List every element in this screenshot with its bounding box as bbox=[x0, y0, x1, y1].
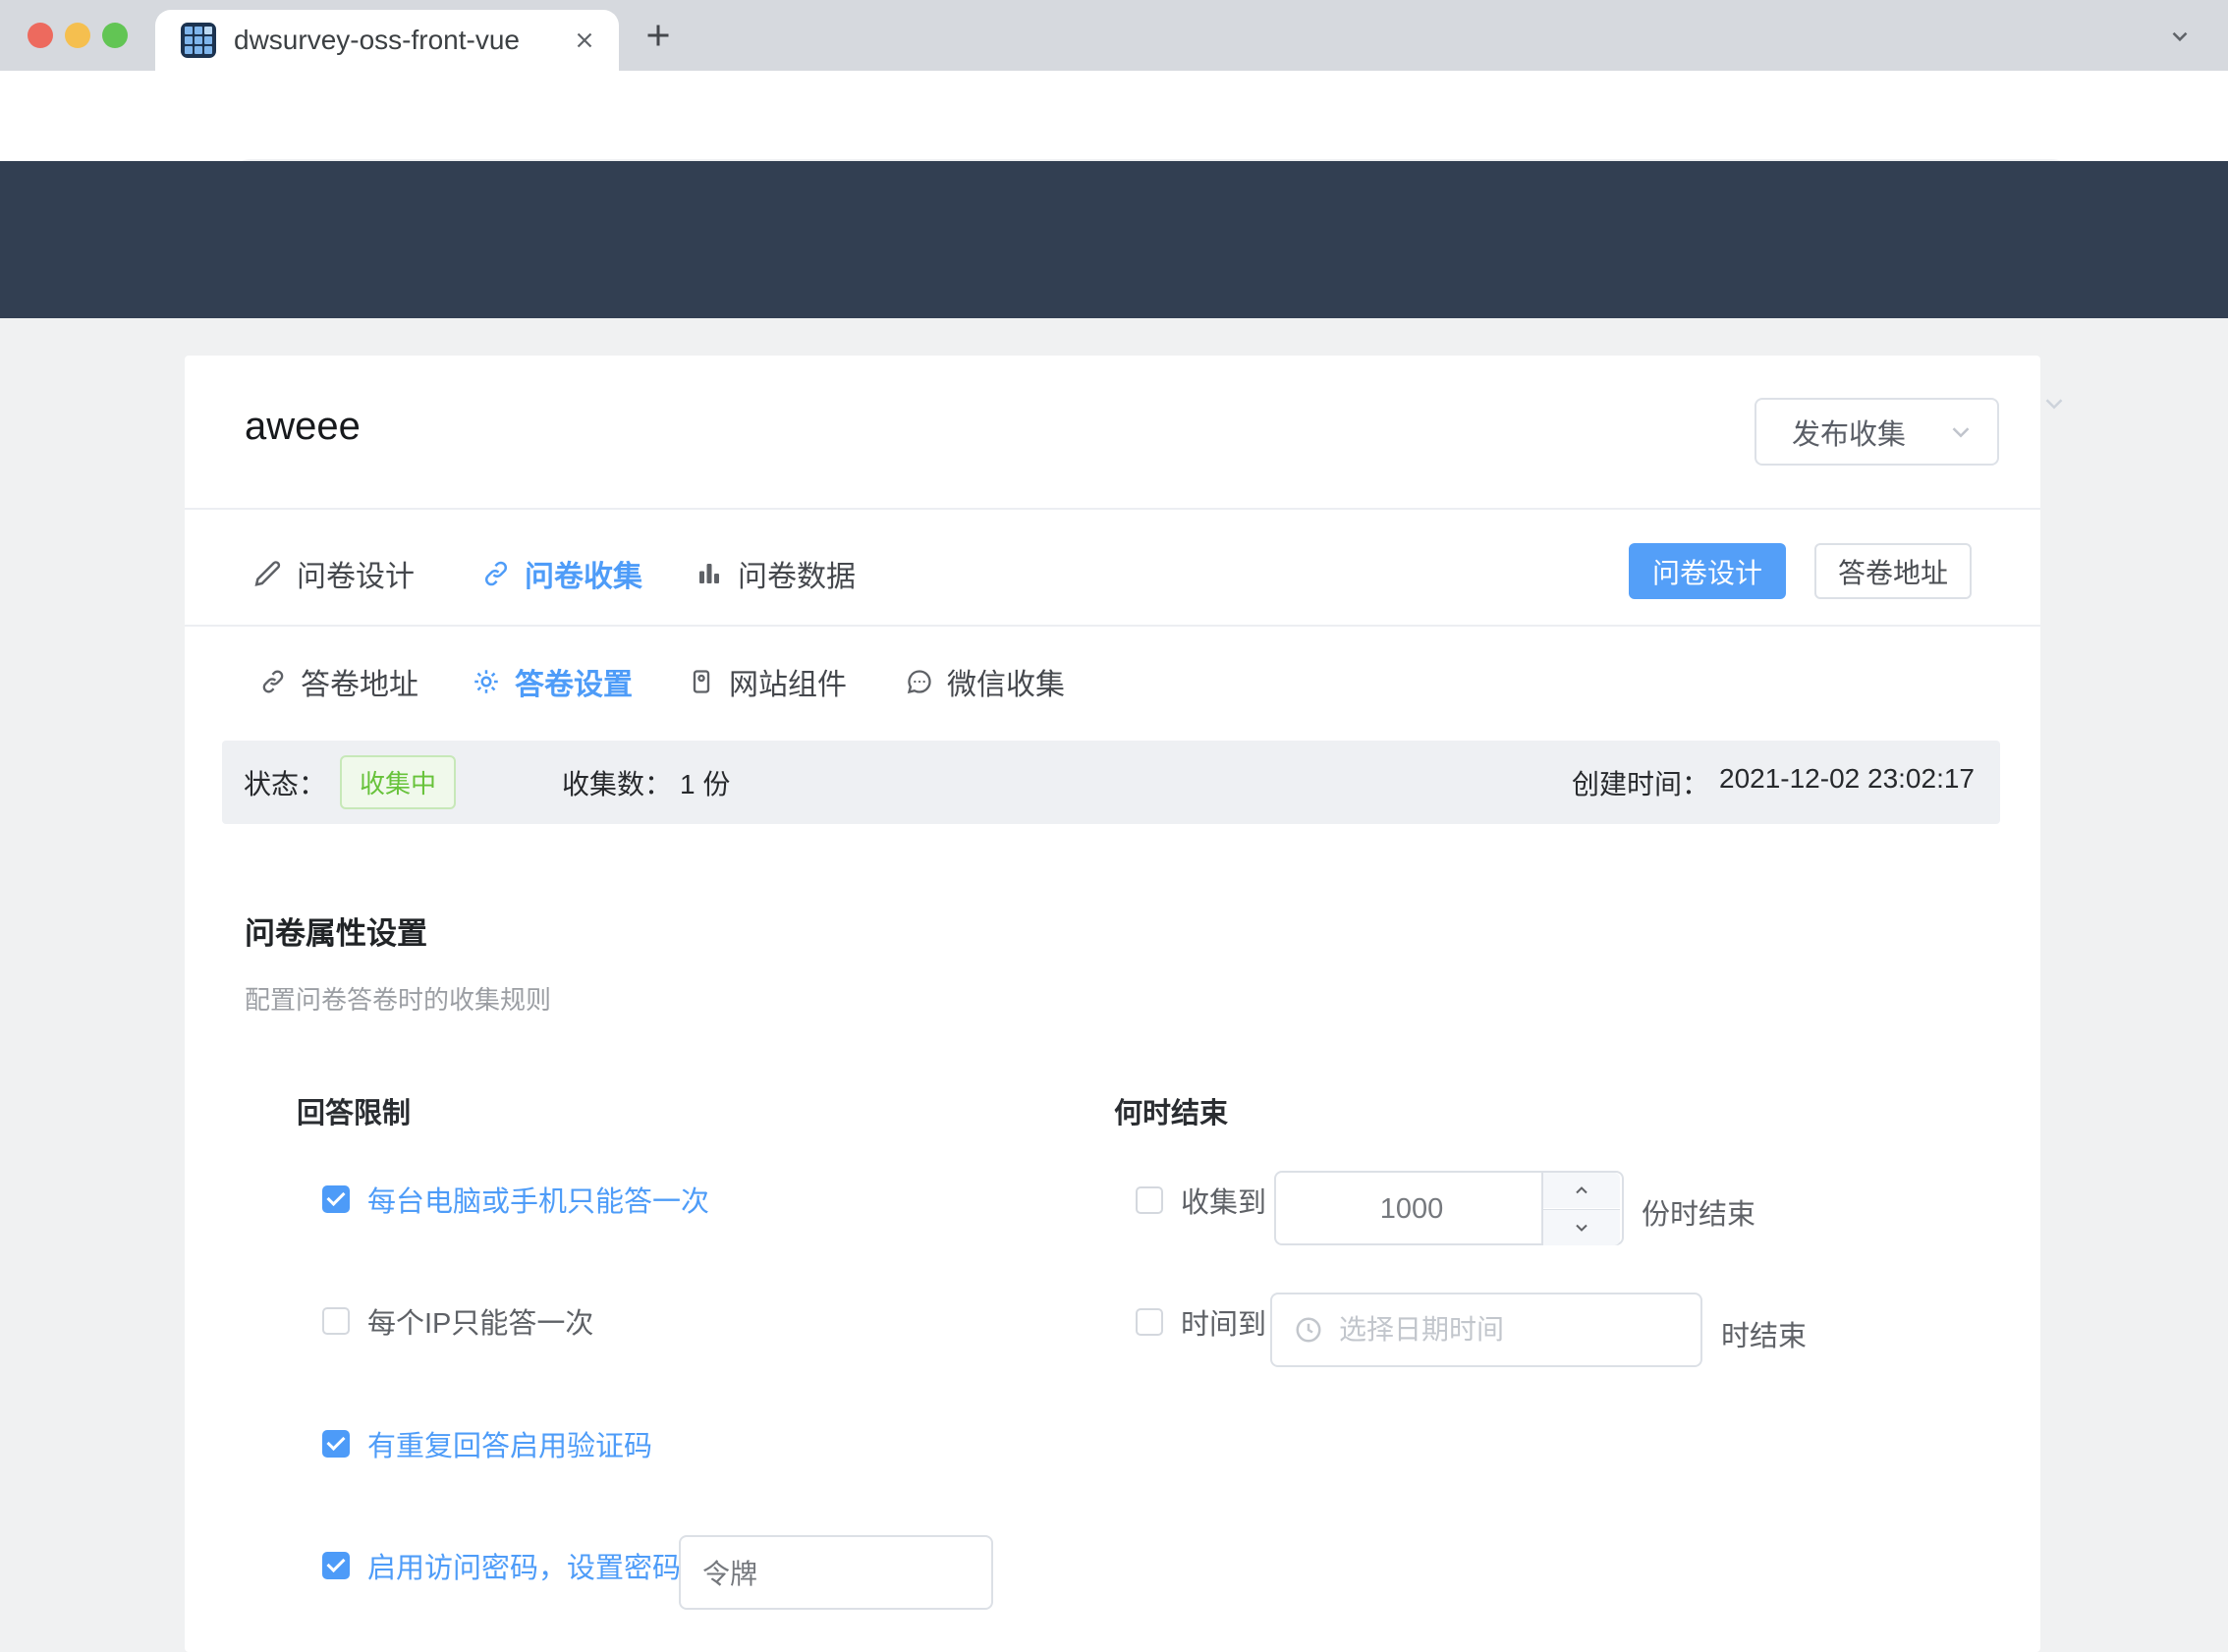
time-suffix: 时结束 bbox=[1721, 1313, 1807, 1354]
browser-toolbar: localhost:8083/#/dw/survey/c/attr/c98fa1… bbox=[0, 71, 2228, 161]
created-time-value: 2021-12-02 23:02:17 bbox=[1719, 763, 1975, 802]
quantity-suffix: 份时结束 bbox=[1642, 1191, 1755, 1233]
tab-label: 问卷设计 bbox=[297, 552, 415, 595]
pencil-icon bbox=[253, 559, 283, 588]
subtab-label: 答卷设置 bbox=[515, 660, 633, 703]
settings-heading: 问卷属性设置 bbox=[245, 909, 427, 953]
app-navbar: DIAOWEN 调问 OSS 我的问卷 个人中心 用户管理 service@di… bbox=[0, 161, 2228, 318]
number-stepper bbox=[1541, 1173, 1622, 1243]
checkbox-checked[interactable] bbox=[322, 1552, 350, 1579]
password-input[interactable] bbox=[679, 1535, 993, 1610]
subtab-answer-settings[interactable]: 答卷设置 bbox=[472, 660, 633, 703]
option-label[interactable]: 收集到 bbox=[1181, 1180, 1266, 1221]
created-time-label: 创建时间： bbox=[1572, 763, 1709, 802]
answer-url-button[interactable]: 答卷地址 bbox=[1814, 543, 1972, 599]
subtab-wechat-collect[interactable]: 微信收集 bbox=[906, 660, 1065, 703]
tab-survey-design[interactable]: 问卷设计 bbox=[253, 552, 415, 595]
divider bbox=[185, 625, 2040, 627]
subtab-site-widget[interactable]: 网站组件 bbox=[688, 660, 847, 703]
datetime-picker[interactable] bbox=[1270, 1293, 1702, 1367]
tab-survey-collect[interactable]: 问卷收集 bbox=[481, 552, 642, 595]
checkbox-checked[interactable] bbox=[322, 1185, 350, 1213]
publish-select[interactable]: 发布收集 bbox=[1755, 398, 1999, 466]
window-zoom-button[interactable] bbox=[102, 23, 128, 48]
bar-chart-icon bbox=[695, 559, 724, 588]
tab-close-icon[interactable] bbox=[572, 28, 597, 53]
survey-design-button[interactable]: 问卷设计 bbox=[1629, 543, 1786, 599]
option-label[interactable]: 有重复回答启用验证码 bbox=[367, 1423, 652, 1464]
site-favicon bbox=[181, 23, 216, 58]
settings-subheading: 配置问卷答卷时的收集规则 bbox=[245, 980, 551, 1017]
status-badge: 收集中 bbox=[340, 755, 456, 809]
publish-select-value: 发布收集 bbox=[1792, 412, 1906, 453]
browser-tab-strip: dwsurvey-oss-front-vue bbox=[0, 0, 2228, 71]
survey-card: aweee 发布收集 问卷设计 问卷收集 问卷数据 问卷设计 答卷地址 答卷地址 bbox=[185, 356, 2040, 1652]
status-bar: 状态： 收集中 收集数： 1 份 创建时间： 2021-12-02 23:02:… bbox=[222, 741, 2000, 824]
option-label[interactable]: 每个IP只能答一次 bbox=[367, 1300, 593, 1342]
option-label[interactable]: 时间到 bbox=[1181, 1301, 1266, 1343]
chat-bubble-icon bbox=[906, 668, 933, 695]
option-label[interactable]: 每台电脑或手机只能答一次 bbox=[367, 1179, 709, 1220]
end-by-time-option[interactable]: 时间到 bbox=[1136, 1301, 1266, 1343]
checkbox-unchecked[interactable] bbox=[1136, 1186, 1163, 1214]
divider bbox=[185, 508, 2040, 510]
chevron-down-icon bbox=[1946, 417, 1976, 447]
checkbox-unchecked[interactable] bbox=[322, 1307, 350, 1335]
collect-count-label: 收集数： bbox=[562, 763, 672, 802]
gear-icon bbox=[472, 667, 501, 696]
option-one-answer-per-ip[interactable]: 每个IP只能答一次 bbox=[322, 1300, 593, 1342]
quantity-value-input[interactable] bbox=[1276, 1173, 1547, 1245]
subtab-answer-url[interactable]: 答卷地址 bbox=[259, 660, 418, 703]
survey-title: aweee bbox=[245, 405, 361, 449]
tab-label: 问卷数据 bbox=[738, 552, 856, 595]
tag-icon bbox=[688, 668, 715, 695]
tab-survey-data[interactable]: 问卷数据 bbox=[695, 552, 856, 595]
collect-count-value: 1 份 bbox=[680, 763, 730, 802]
option-one-answer-per-device[interactable]: 每台电脑或手机只能答一次 bbox=[322, 1179, 709, 1220]
option-access-password[interactable]: 启用访问密码，设置密码 bbox=[322, 1545, 681, 1586]
subtab-label: 答卷地址 bbox=[301, 660, 418, 703]
subtab-label: 网站组件 bbox=[729, 660, 847, 703]
window-minimize-button[interactable] bbox=[65, 23, 90, 48]
end-rules-header: 何时结束 bbox=[1114, 1090, 1228, 1131]
datetime-input[interactable] bbox=[1337, 1313, 1675, 1347]
link-icon bbox=[481, 559, 511, 588]
answer-limit-header: 回答限制 bbox=[297, 1090, 411, 1131]
checkbox-unchecked[interactable] bbox=[1136, 1308, 1163, 1336]
new-tab-button[interactable] bbox=[641, 18, 676, 53]
tab-search-chevron-icon[interactable] bbox=[2167, 24, 2193, 49]
status-label: 状态： bbox=[244, 763, 326, 802]
browser-tab[interactable]: dwsurvey-oss-front-vue bbox=[155, 10, 619, 71]
checkbox-checked[interactable] bbox=[322, 1430, 350, 1458]
clock-icon bbox=[1294, 1315, 1323, 1345]
link-icon bbox=[259, 668, 287, 695]
tab-title: dwsurvey-oss-front-vue bbox=[234, 25, 572, 56]
option-label[interactable]: 启用访问密码，设置密码 bbox=[367, 1545, 681, 1586]
window-close-button[interactable] bbox=[28, 23, 53, 48]
stepper-up-button[interactable] bbox=[1543, 1173, 1620, 1208]
chevron-down-icon bbox=[2039, 389, 2069, 418]
option-captcha-on-repeat[interactable]: 有重复回答启用验证码 bbox=[322, 1423, 652, 1464]
quantity-number-input bbox=[1274, 1171, 1624, 1245]
subtab-label: 微信收集 bbox=[947, 660, 1065, 703]
tab-label: 问卷收集 bbox=[525, 552, 642, 595]
stepper-down-button[interactable] bbox=[1543, 1209, 1620, 1245]
end-by-quantity-option[interactable]: 收集到 bbox=[1136, 1180, 1266, 1221]
